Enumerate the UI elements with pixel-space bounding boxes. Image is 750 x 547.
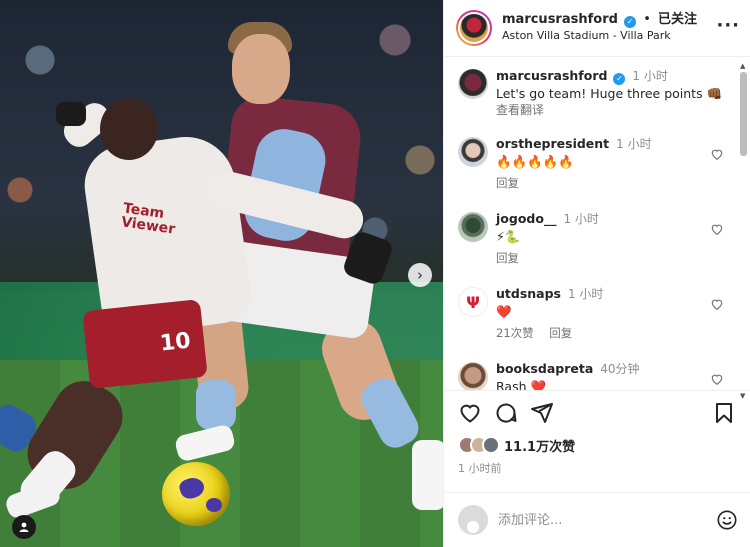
verified-badge-icon: ✓ — [613, 73, 626, 85]
instagram-post-dialog: Team Viewer 10 › marcusrashford ✓ • 已关注 … — [0, 0, 750, 547]
post-header: marcusrashford ✓ • 已关注 Aston Villa Stadi… — [444, 0, 750, 57]
commenter-avatar[interactable]: Ψ — [458, 287, 488, 317]
commenter-username[interactable]: jogodo__ — [496, 211, 556, 226]
likes-row[interactable]: 11.1万次赞 — [444, 434, 750, 456]
location-link[interactable]: Aston Villa Stadium - Villa Park — [502, 28, 716, 44]
comment-bubble-icon[interactable] — [494, 401, 518, 425]
villa-player-head — [232, 34, 290, 104]
glove — [56, 102, 86, 126]
reply-button[interactable]: 回复 — [549, 326, 572, 340]
player-sock — [196, 380, 236, 430]
see-translation-link[interactable]: 查看翻译 — [496, 102, 736, 119]
comment-text: ⚡🐍 — [496, 229, 521, 244]
comment-likes-count[interactable]: 21次赞 — [496, 326, 534, 340]
comments-scrollbar[interactable]: ▲ ▼ — [738, 58, 748, 402]
post-side-panel: marcusrashford ✓ • 已关注 Aston Villa Stadi… — [443, 0, 750, 547]
heart-icon[interactable] — [458, 401, 482, 425]
reply-button[interactable]: 回复 — [496, 251, 519, 265]
author-info: marcusrashford ✓ • 已关注 Aston Villa Stadi… — [502, 12, 716, 44]
post-actions-bar — [444, 390, 750, 434]
fist-emoji: 👊🏾 — [706, 86, 723, 101]
post-photo[interactable]: Team Viewer 10 › — [0, 0, 443, 547]
caption-username[interactable]: marcusrashford — [496, 68, 607, 83]
united-player-head — [100, 98, 158, 160]
commenter-username[interactable]: utdsnaps — [496, 286, 561, 301]
caption-time: 1 小时 — [632, 69, 668, 83]
comment-item: booksdapreta 40分钟 Rash ❤️ — [458, 360, 736, 390]
author-username[interactable]: marcusrashford — [502, 12, 618, 27]
smiley-icon[interactable] — [716, 509, 738, 531]
trident-icon: Ψ — [466, 292, 480, 312]
comment-text: 🔥🔥🔥🔥🔥 — [496, 154, 574, 169]
author-avatar[interactable] — [456, 10, 492, 46]
comment-time: 1 小时 — [563, 212, 599, 226]
ball-pattern — [206, 498, 222, 512]
boot — [412, 440, 443, 510]
more-options-button[interactable]: ··· — [716, 15, 740, 42]
comment-item: Ψ utdsnaps 1 小时 ❤️ 21次赞 回复 — [458, 285, 736, 342]
heart-icon[interactable] — [710, 147, 724, 161]
commenter-username[interactable]: orsthepresident — [496, 136, 609, 151]
scroll-up-arrow-icon[interactable]: ▲ — [740, 62, 745, 70]
heart-icon[interactable] — [710, 297, 724, 311]
commenter-avatar[interactable] — [458, 137, 488, 167]
caption-text: Let's go team! Huge three points — [496, 86, 703, 101]
scroll-thumb[interactable] — [740, 72, 747, 156]
comment-time: 1 小时 — [567, 287, 604, 301]
comment-time: 40分钟 — [600, 362, 640, 376]
bookmark-icon[interactable] — [712, 401, 736, 425]
comment-input[interactable] — [498, 512, 716, 528]
shirt-number: 10 — [158, 328, 192, 357]
post-caption: marcusrashford ✓ 1 小时 Let's go team! Hug… — [458, 67, 736, 119]
heart-icon[interactable] — [710, 372, 724, 386]
comment-text: ❤️ — [496, 304, 512, 319]
liker-avatar — [482, 436, 500, 454]
verified-badge-icon: ✓ — [624, 16, 637, 28]
commenter-username[interactable]: booksdapreta — [496, 361, 593, 376]
caption-avatar[interactable] — [458, 69, 488, 99]
chevron-right-icon: › — [417, 266, 423, 284]
paper-plane-icon[interactable] — [530, 401, 554, 425]
comment-time: 1 小时 — [616, 137, 652, 151]
comment-item: jogodo__ 1 小时 ⚡🐍 回复 — [458, 210, 736, 267]
comment-item: orsthepresident 1 小时 🔥🔥🔥🔥🔥 回复 — [458, 135, 736, 192]
comments-list[interactable]: marcusrashford ✓ 1 小时 Let's go team! Hug… — [444, 57, 750, 390]
commenter-avatar[interactable] — [458, 212, 488, 242]
post-timestamp: 1 小时前 — [458, 462, 502, 475]
following-button[interactable]: 已关注 — [658, 12, 697, 27]
heart-icon[interactable] — [710, 222, 724, 236]
dot-separator: • — [643, 12, 651, 27]
likes-count[interactable]: 11.1万次赞 — [504, 436, 575, 455]
add-comment-bar — [444, 492, 750, 547]
next-media-button[interactable]: › — [408, 263, 432, 287]
tagged-users-button[interactable] — [12, 515, 36, 539]
comment-text: Rash ❤️ — [496, 379, 547, 390]
current-user-avatar — [458, 505, 488, 535]
commenter-avatar[interactable] — [458, 362, 488, 390]
scroll-down-arrow-icon[interactable]: ▼ — [740, 392, 745, 400]
user-tag-icon — [19, 522, 29, 532]
reply-button[interactable]: 回复 — [496, 176, 519, 190]
ellipsis-icon: ··· — [716, 14, 740, 36]
